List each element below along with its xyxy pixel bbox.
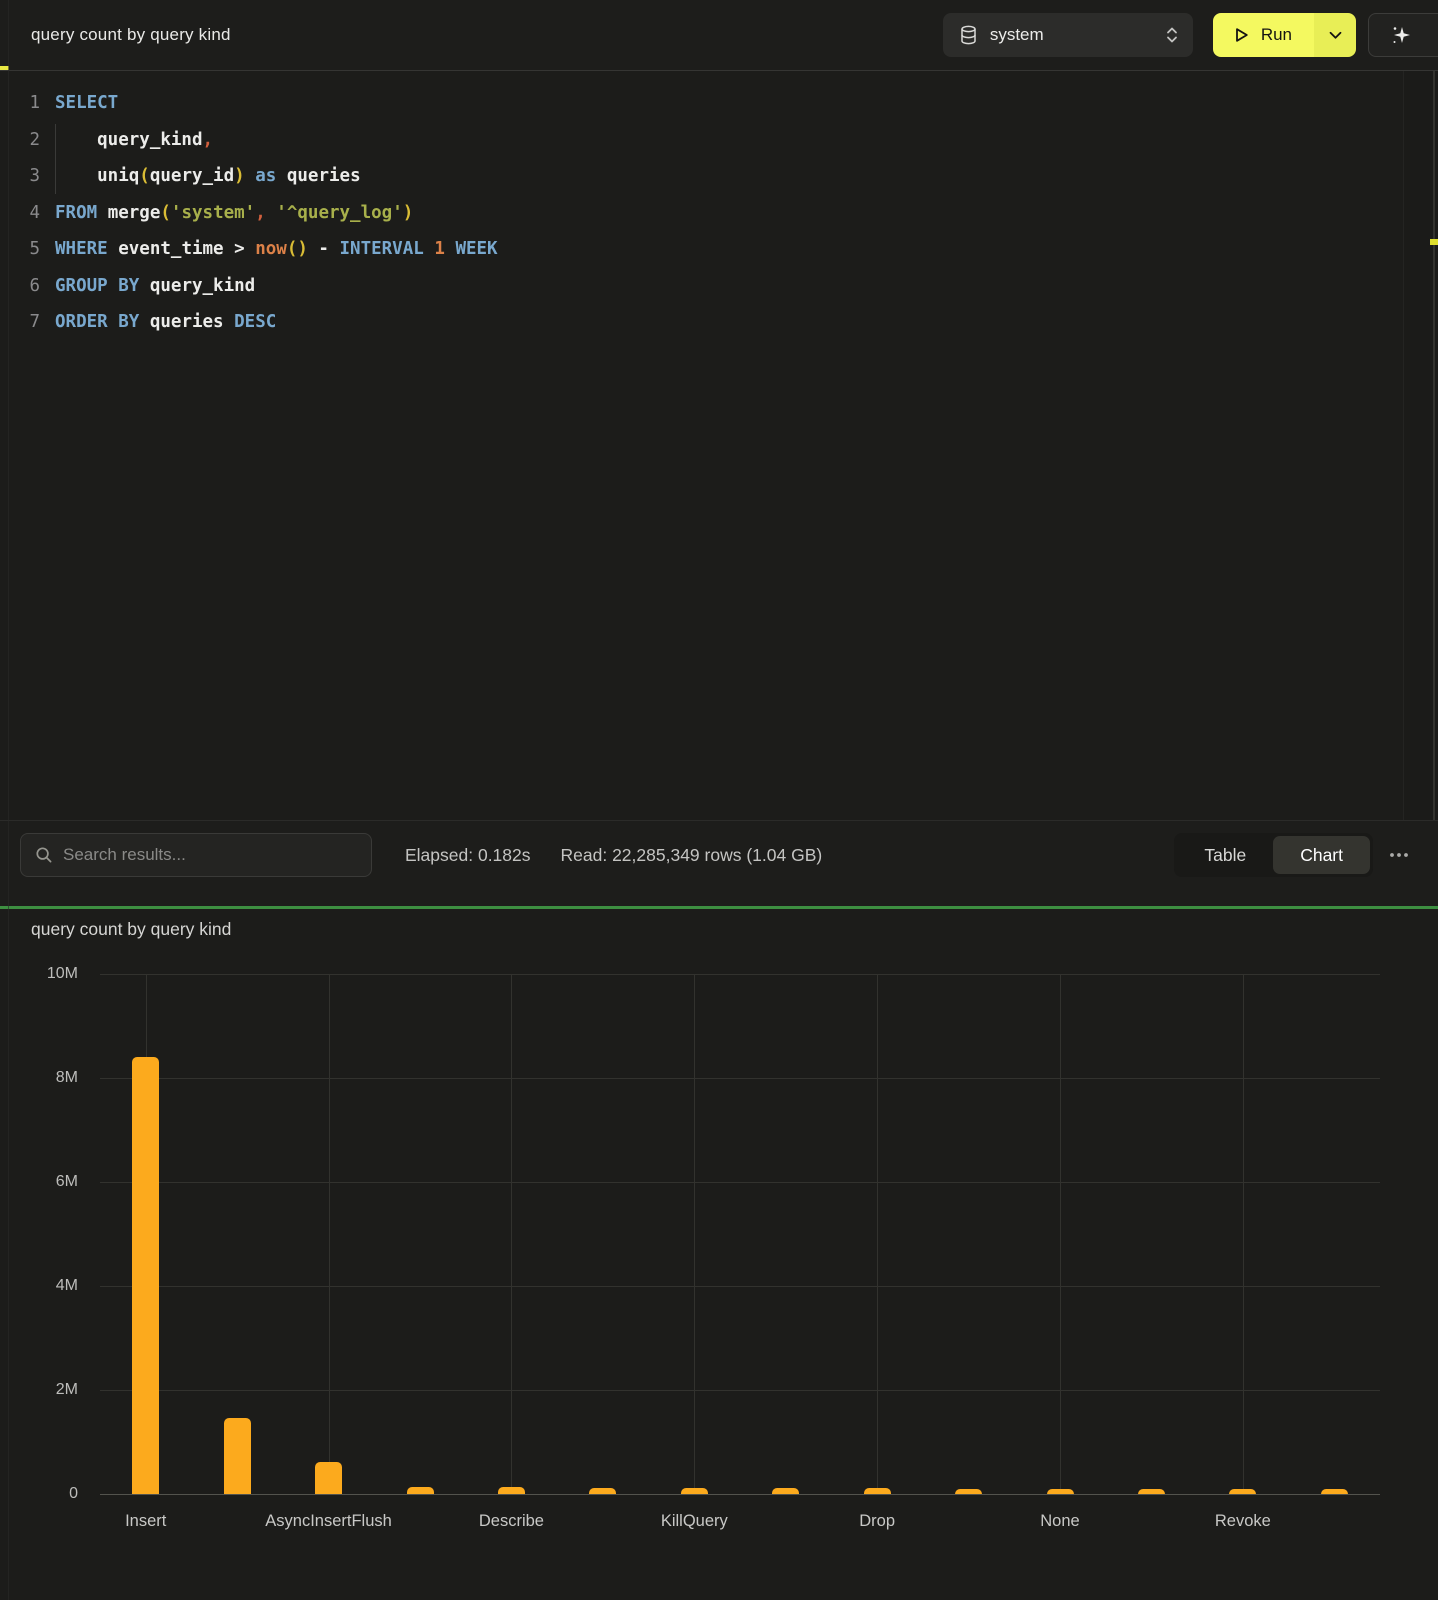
y-axis-tick-label: 2M — [18, 1381, 78, 1399]
chart-bar — [498, 1487, 525, 1494]
y-gridline — [100, 1182, 1380, 1183]
search-icon — [35, 846, 53, 864]
line-number: 7 — [0, 312, 40, 332]
code-line: 1SELECT — [0, 85, 1438, 122]
code-line: 4FROM merge('system', '^query_log') — [0, 195, 1438, 232]
code-line: 7ORDER BY queries DESC — [0, 304, 1438, 341]
line-number: 6 — [0, 276, 40, 296]
search-results-box[interactable] — [20, 833, 372, 877]
view-toggle-chart[interactable]: Chart — [1273, 836, 1370, 874]
chart-bar — [315, 1462, 342, 1494]
database-icon — [959, 25, 978, 45]
x-axis-line — [100, 1494, 1380, 1495]
y-gridline — [100, 1286, 1380, 1287]
x-gridline — [329, 974, 330, 1494]
y-axis-tick-label: 10M — [18, 965, 78, 983]
query-console-window: query count by query kind system — [0, 0, 1438, 1600]
code-line: 5WHERE event_time > now() - INTERVAL 1 W… — [0, 231, 1438, 268]
overview-ruler-marker — [1430, 239, 1438, 245]
view-toggle-table[interactable]: Table — [1177, 836, 1273, 874]
x-axis-tick-label: Describe — [426, 1512, 596, 1531]
elapsed-stat: Elapsed: 0.182s — [405, 833, 531, 877]
x-axis-tick-label: Insert — [61, 1512, 231, 1531]
y-axis-tick-label: 0 — [18, 1485, 78, 1503]
line-number: 2 — [0, 130, 40, 150]
y-gridline — [100, 1390, 1380, 1391]
code-text: WHERE event_time > now() - INTERVAL 1 WE… — [40, 239, 498, 259]
run-button-label: Run — [1261, 25, 1292, 45]
editor-overview-ruler — [1433, 71, 1435, 820]
chart-bar — [224, 1418, 251, 1494]
search-results-input[interactable] — [63, 845, 357, 865]
read-stat: Read: 22,285,349 rows (1.04 GB) — [561, 833, 823, 877]
line-number: 4 — [0, 203, 40, 223]
chart-bar — [132, 1057, 159, 1494]
code-text: ORDER BY queries DESC — [40, 312, 276, 332]
chevron-updown-icon — [1165, 25, 1179, 45]
chart-bar — [407, 1487, 434, 1494]
x-gridline — [511, 974, 512, 1494]
panel-edge-line — [8, 0, 9, 1600]
sql-editor[interactable]: 1SELECT2 query_kind,3 uniq(query_id) as … — [0, 71, 1438, 820]
sparkle-icon — [1389, 23, 1413, 47]
x-gridline — [694, 974, 695, 1494]
code-lines: 1SELECT2 query_kind,3 uniq(query_id) as … — [0, 85, 1438, 341]
database-selector[interactable]: system — [943, 13, 1193, 57]
run-options-button[interactable] — [1314, 13, 1356, 57]
line-number: 1 — [0, 93, 40, 113]
code-line: 6GROUP BY query_kind — [0, 268, 1438, 305]
ai-assist-button[interactable] — [1368, 13, 1438, 57]
code-text: query_kind, — [40, 130, 213, 150]
more-options-button[interactable] — [1380, 833, 1418, 877]
x-gridline — [1243, 974, 1244, 1494]
query-toolbar: query count by query kind system — [0, 0, 1438, 71]
chart-title: query count by query kind — [31, 919, 231, 940]
code-text: FROM merge('system', '^query_log') — [40, 203, 413, 223]
run-split-button: Run — [1213, 13, 1356, 57]
x-axis-tick-label: None — [975, 1512, 1145, 1531]
y-axis-tick-label: 4M — [18, 1277, 78, 1295]
y-gridline — [100, 1078, 1380, 1079]
ellipsis-icon — [1389, 852, 1409, 858]
database-selector-value: system — [990, 25, 1153, 45]
results-toolbar: Elapsed: 0.182s Read: 22,285,349 rows (1… — [0, 820, 1438, 906]
play-icon — [1233, 26, 1250, 44]
chart-panel: query count by query kind 0 2M 4M 6M 8M 10M In… — [0, 909, 1438, 1600]
code-text: uniq(query_id) as queries — [40, 166, 361, 186]
line-number: 5 — [0, 239, 40, 259]
code-line: 3 uniq(query_id) as queries — [0, 158, 1438, 195]
y-axis-tick-label: 8M — [18, 1069, 78, 1087]
chevron-down-icon — [1329, 31, 1342, 40]
x-gridline — [1060, 974, 1061, 1494]
x-axis-tick-label: AsyncInsertFlush — [244, 1512, 414, 1531]
code-text: GROUP BY query_kind — [40, 276, 255, 296]
view-toggle: Table Chart — [1174, 833, 1373, 877]
query-title: query count by query kind — [31, 25, 943, 45]
indent-guide — [55, 124, 56, 194]
line-number: 3 — [0, 166, 40, 186]
x-gridline — [877, 974, 878, 1494]
x-axis-tick-label: KillQuery — [609, 1512, 779, 1531]
x-axis-tick-label: Drop — [792, 1512, 962, 1531]
code-text: SELECT — [40, 93, 118, 113]
editor-scroll-gutter[interactable] — [1403, 71, 1438, 820]
code-line: 2 query_kind, — [0, 122, 1438, 159]
run-button[interactable]: Run — [1213, 13, 1314, 57]
x-axis-tick-label: Revoke — [1158, 1512, 1328, 1531]
y-gridline — [100, 974, 1380, 975]
y-axis-tick-label: 6M — [18, 1173, 78, 1191]
